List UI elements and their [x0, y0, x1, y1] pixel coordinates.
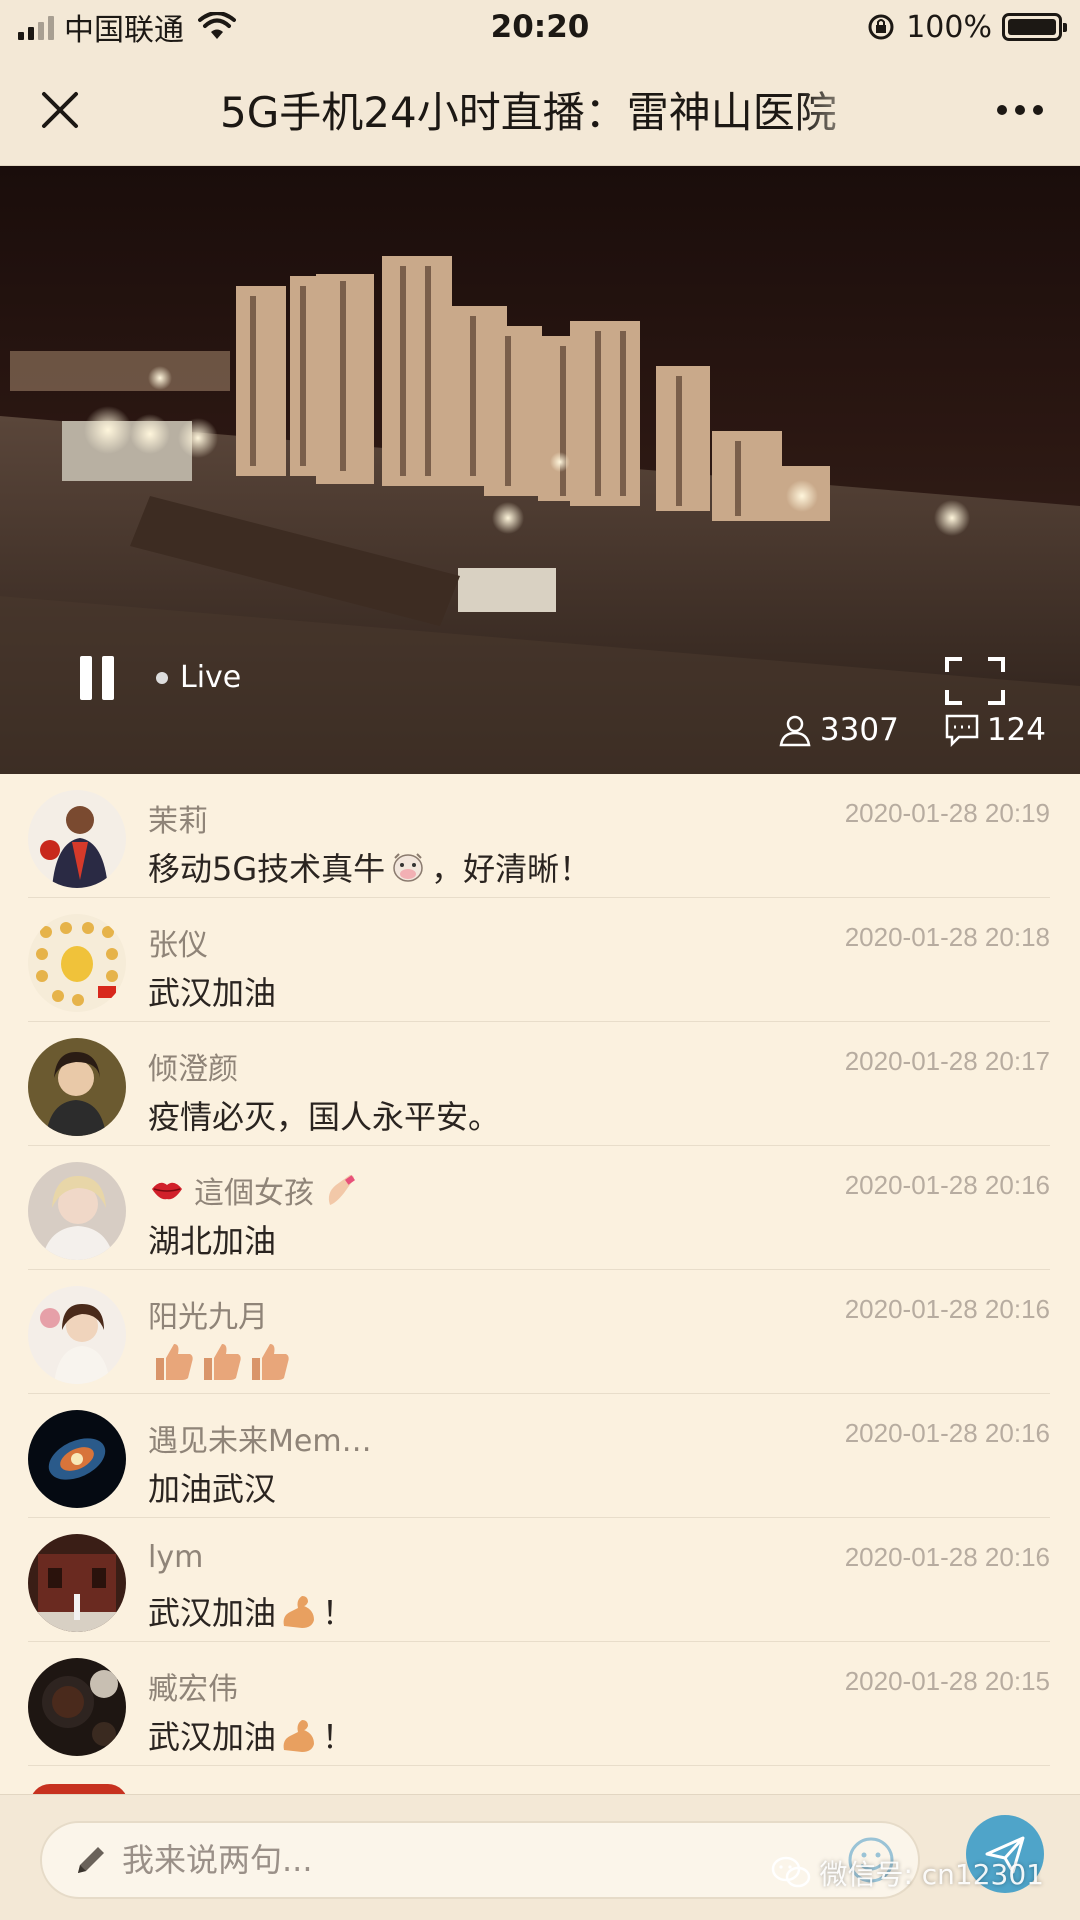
watermark: 微信号: cn12301	[771, 1853, 1044, 1893]
comment-text: 移动5G技术真牛 ，好清晰！	[148, 844, 591, 890]
thumbs-up-icon	[252, 1344, 289, 1380]
live-dot-icon	[156, 671, 168, 684]
more-dot-icon	[1033, 104, 1043, 115]
live-indicator: Live	[156, 660, 241, 695]
close-button[interactable]	[0, 54, 120, 166]
wechat-icon	[772, 1856, 811, 1888]
comment-text: 武汉加油 ！	[148, 1588, 354, 1634]
comment-text: 加油武汉	[148, 1470, 277, 1508]
comment-item: 這個女孩 2020-01-28 20:16 湖北加油	[28, 1146, 1050, 1270]
wifi-icon	[198, 12, 236, 39]
kiss-lips-icon	[152, 1182, 182, 1200]
comment-item: 遇见未来Mem… 2020-01-28 20:16 加油武汉	[28, 1394, 1050, 1518]
comment-time: 2020-01-28 20:16	[844, 1542, 1050, 1572]
battery-percent: 100%	[906, 9, 992, 45]
comment-author: 遇见未来Mem…	[148, 1424, 372, 1459]
comment-time: 2020-01-28 20:19	[844, 798, 1050, 828]
comment-author: 臧宏伟	[148, 1672, 238, 1707]
comment-time: 2020-01-28 20:18	[844, 922, 1050, 952]
comment-time: 2020-01-28 20:17	[844, 1046, 1050, 1076]
pencil-icon	[78, 1847, 104, 1873]
fullscreen-icon[interactable]	[944, 656, 1006, 706]
comment-text: 湖北加油	[148, 1222, 277, 1260]
nav-bar: 5G手机24小时直播：雷神山医院	[0, 54, 1080, 166]
comment-time: 2020-01-28 20:15	[844, 1666, 1050, 1696]
avatar[interactable]	[28, 1534, 126, 1632]
thumbs-up-icon	[204, 1344, 241, 1380]
comment-author: lym	[148, 1540, 204, 1575]
avatar[interactable]	[28, 914, 126, 1012]
avatar[interactable]	[28, 1410, 126, 1508]
live-label: Live	[180, 660, 242, 695]
comment-text: 武汉加油	[148, 974, 277, 1012]
comment-text: 武汉加油 ！	[148, 1712, 354, 1758]
comment-body-end: ！	[322, 1718, 355, 1756]
comment-item: lym 2020-01-28 20:16 武汉加油 ！	[28, 1518, 1050, 1642]
carrier-name: 中国联通	[64, 13, 184, 48]
more-dot-icon	[997, 104, 1007, 115]
avatar[interactable]	[28, 1658, 126, 1756]
comment-author: 张仪	[148, 928, 208, 963]
comment-body: 移动5G技术真牛	[148, 850, 386, 888]
more-button[interactable]	[960, 54, 1080, 166]
live-video-player[interactable]: Live 3307 124	[0, 166, 1080, 774]
comment-item: 阳光九月 2020-01-28 20:16	[28, 1270, 1050, 1394]
cow-face-icon	[393, 853, 423, 882]
comment-item: 倾澄颜 2020-01-28 20:17 疫情必灭，国人永平安。	[28, 1022, 1050, 1146]
comment-time: 2020-01-28 20:16	[844, 1294, 1050, 1324]
avatar[interactable]	[28, 790, 126, 888]
comment-item: 茉莉 2020-01-28 20:19 移动5G技术真牛 ，好清晰！	[28, 774, 1050, 898]
comment-text: 疫情必灭，国人永平安。	[148, 1098, 501, 1136]
flexed-biceps-icon	[283, 1720, 315, 1752]
comment-author: 這個女孩	[148, 1168, 360, 1212]
more-dot-icon	[1015, 104, 1025, 115]
comment-author: 茉莉	[148, 804, 208, 839]
comment-body-end: ，好清晰！	[431, 850, 592, 888]
video-stats: 3307 124	[778, 712, 1046, 748]
battery-icon	[1002, 13, 1067, 41]
nail-polish-icon	[328, 1175, 355, 1205]
comment-item: 张仪 2020-01-28 20:18 武汉加油	[28, 898, 1050, 1022]
avatar[interactable]	[28, 1162, 126, 1260]
comment-body-end: ！	[322, 1594, 355, 1632]
comment-icon	[945, 714, 979, 747]
viewer-icon	[779, 715, 811, 747]
comment-body: 武汉加油	[148, 1718, 277, 1756]
avatar[interactable]	[28, 1286, 126, 1384]
comment-time: 2020-01-28 20:16	[844, 1170, 1050, 1200]
comment-text	[148, 1340, 292, 1384]
comment-author-name: 這個女孩	[194, 1176, 314, 1211]
pause-button[interactable]	[80, 656, 118, 700]
viewer-count: 3307	[819, 712, 899, 748]
comment-author: 阳光九月	[148, 1300, 268, 1335]
comment-item: 臧宏伟 2020-01-28 20:15 武汉加油 ！	[28, 1642, 1050, 1766]
thumbs-up-icon	[156, 1344, 193, 1380]
flexed-biceps-icon	[283, 1596, 315, 1628]
watermark-text: 微信号: cn12301	[819, 1858, 1044, 1891]
signal-icon	[18, 14, 54, 40]
avatar[interactable]	[28, 1038, 126, 1136]
comment-input-bar: 微信号: cn12301	[0, 1794, 1080, 1920]
comment-list[interactable]: 茉莉 2020-01-28 20:19 移动5G技术真牛 ，好清晰！ 张仪 20…	[0, 774, 1080, 1794]
comment-author: 倾澄颜	[148, 1052, 238, 1087]
comment-count: 124	[986, 712, 1046, 748]
close-icon	[42, 91, 78, 128]
comment-input[interactable]	[122, 1841, 762, 1879]
comment-time: 2020-01-28 20:16	[844, 1418, 1050, 1448]
rotation-lock-icon	[868, 14, 894, 40]
comment-body: 武汉加油	[148, 1594, 277, 1632]
page-title: 5G手机24小时直播：雷神山医院	[220, 88, 837, 137]
status-bar: 中国联通 20:20 100%	[0, 0, 1080, 54]
